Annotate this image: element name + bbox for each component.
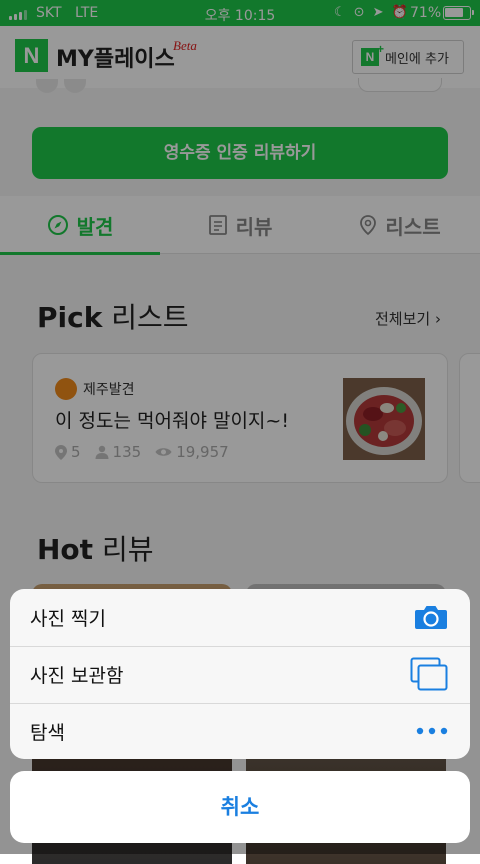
photo-action-sheet: 사진 찍기 사진 보관함 탐색 bbox=[10, 589, 470, 759]
cancel-button[interactable]: 취소 bbox=[10, 771, 470, 843]
take-photo-label: 사진 찍기 bbox=[30, 607, 106, 630]
browse-option[interactable]: 탐색 bbox=[10, 703, 470, 759]
photo-library-icon bbox=[410, 657, 448, 691]
take-photo-option[interactable]: 사진 찍기 bbox=[10, 589, 470, 645]
browse-label: 탐색 bbox=[30, 721, 65, 744]
more-dots-icon bbox=[416, 727, 448, 735]
photo-library-label: 사진 보관함 bbox=[30, 664, 124, 687]
photo-library-option[interactable]: 사진 보관함 bbox=[10, 646, 470, 702]
camera-icon bbox=[415, 606, 447, 629]
